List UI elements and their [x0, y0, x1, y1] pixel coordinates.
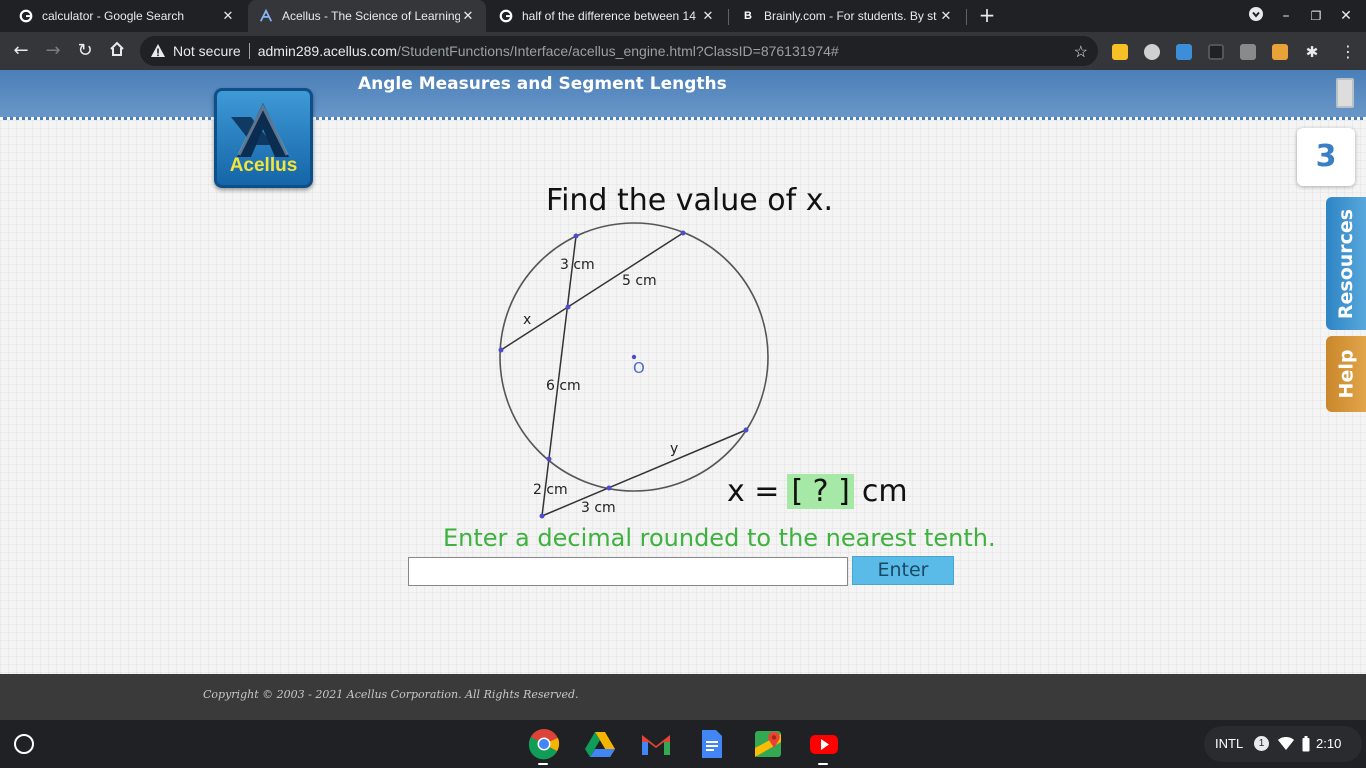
extensions-puzzle-icon[interactable]: ✱: [1304, 44, 1320, 60]
google-drive-icon[interactable]: [584, 728, 616, 760]
enter-button[interactable]: Enter: [852, 556, 954, 585]
tab-title: half of the difference between 14: [522, 9, 696, 23]
resources-tab[interactable]: Resources: [1326, 197, 1366, 330]
resources-label: Resources: [1335, 208, 1358, 319]
back-arrow-icon[interactable]: ←: [10, 40, 32, 62]
tab-title: Acellus - The Science of Learning: [282, 9, 460, 23]
instruction-text: Enter a decimal rounded to the nearest t…: [443, 524, 996, 552]
battery-icon: [1302, 736, 1310, 752]
lesson-title: Angle Measures and Segment Lengths: [358, 74, 727, 94]
bookmark-star-icon[interactable]: ☆: [1074, 42, 1088, 62]
forward-arrow-icon[interactable]: →: [42, 40, 64, 62]
tab-brainly[interactable]: B Brainly.com - For students. By st ✕: [730, 0, 964, 32]
url-host: admin289.acellus.com: [257, 43, 397, 59]
tab-title: Brainly.com - For students. By st: [764, 9, 937, 23]
help-tab[interactable]: Help: [1326, 336, 1366, 412]
keyboard-layout: INTL: [1215, 736, 1244, 751]
google-icon: [498, 8, 514, 24]
equation-left: x =: [727, 474, 780, 509]
copyright-text: Copyright © 2003 - 2021 Acellus Corporat…: [203, 688, 579, 701]
minimize-icon[interactable]: –: [1276, 6, 1296, 26]
new-tab-button[interactable]: +: [976, 4, 998, 26]
label-y: y: [670, 441, 678, 457]
google-docs-icon[interactable]: [696, 728, 728, 760]
secant-vertical: [541, 235, 577, 517]
youtube-icon[interactable]: [808, 728, 840, 760]
running-indicator: [818, 763, 828, 765]
label-2cm: 2 cm: [533, 482, 568, 498]
close-tab-icon[interactable]: ✕: [460, 8, 476, 24]
launcher-icon[interactable]: [14, 734, 34, 754]
tab-title: calculator - Google Search: [42, 9, 185, 23]
tab-search-icon[interactable]: [1246, 6, 1266, 26]
running-indicator: [538, 763, 548, 765]
thumbs-up-extension-icon[interactable]: [1272, 44, 1288, 60]
exit-door-icon[interactable]: [1336, 78, 1354, 108]
label-x: x: [523, 312, 531, 328]
home-icon[interactable]: [106, 40, 128, 62]
equation-unit: cm: [861, 474, 908, 509]
secant-lower: [541, 429, 747, 517]
chord-x-5cm: [500, 232, 684, 351]
question-counter: 3: [1297, 128, 1355, 186]
security-status[interactable]: Not secure: [173, 43, 241, 59]
classroom-extension-icon[interactable]: [1112, 44, 1128, 60]
label-3cm-bottom: 3 cm: [581, 500, 616, 516]
address-bar[interactable]: Not secure admin289.acellus.com/StudentF…: [140, 36, 1098, 66]
lesson-header: Angle Measures and Segment Lengths: [0, 70, 1366, 120]
chrome-icon[interactable]: [528, 728, 560, 760]
reload-icon[interactable]: ↻: [74, 40, 96, 62]
tab-half-difference[interactable]: half of the difference between 14 ✕: [488, 0, 726, 32]
google-maps-icon[interactable]: [752, 728, 784, 760]
browser-tab-strip: calculator - Google Search ✕ Acellus - T…: [0, 0, 1366, 32]
tab-acellus[interactable]: Acellus - The Science of Learning ✕: [248, 0, 486, 32]
google-icon: [18, 8, 34, 24]
question-text: Find the value of x.: [546, 183, 833, 218]
label-center-o: O: [633, 359, 645, 377]
tab-separator: [966, 9, 967, 25]
notification-badge: 1: [1254, 736, 1269, 751]
url-path: /StudentFunctions/Interface/acellus_engi…: [397, 43, 839, 59]
warning-icon: [151, 44, 165, 57]
label-6cm: 6 cm: [546, 378, 581, 394]
os-shelf: INTL 1 2:10: [0, 720, 1366, 768]
tab-separator: [728, 9, 729, 25]
gmail-icon[interactable]: [640, 728, 672, 760]
label-5cm: 5 cm: [622, 273, 657, 289]
record-extension-icon[interactable]: [1144, 44, 1160, 60]
help-label: Help: [1335, 349, 1357, 399]
close-tab-icon[interactable]: ✕: [700, 8, 716, 24]
more-menu-icon[interactable]: ⋮: [1340, 44, 1356, 60]
shield-extension-icon[interactable]: [1208, 44, 1224, 60]
close-window-icon[interactable]: ✕: [1336, 6, 1356, 26]
acellus-logo: Acellus: [214, 88, 313, 188]
wifi-icon: [1278, 737, 1294, 750]
page-footer: Copyright © 2003 - 2021 Acellus Corporat…: [0, 674, 1366, 720]
screenshot-extension-icon[interactable]: [1240, 44, 1256, 60]
reader-extension-icon[interactable]: [1176, 44, 1192, 60]
unknown-box: [ ? ]: [787, 474, 854, 509]
status-tray[interactable]: INTL 1 2:10: [1204, 726, 1362, 762]
close-tab-icon[interactable]: ✕: [938, 8, 954, 24]
address-divider: [248, 43, 250, 59]
answer-input[interactable]: [408, 557, 848, 586]
restore-icon[interactable]: ❐: [1306, 6, 1326, 26]
acellus-icon: [258, 8, 274, 24]
answer-equation: x = [ ? ] cm: [727, 474, 908, 509]
brainly-icon: B: [744, 10, 752, 22]
label-3cm-top: 3 cm: [560, 257, 595, 273]
close-tab-icon[interactable]: ✕: [220, 8, 236, 24]
clock: 2:10: [1316, 736, 1342, 751]
logo-text: Acellus: [229, 155, 298, 176]
tab-calculator[interactable]: calculator - Google Search ✕: [8, 0, 246, 32]
browser-toolbar: ← → ↻ Not secure admin289.acellus.com/St…: [0, 32, 1366, 70]
